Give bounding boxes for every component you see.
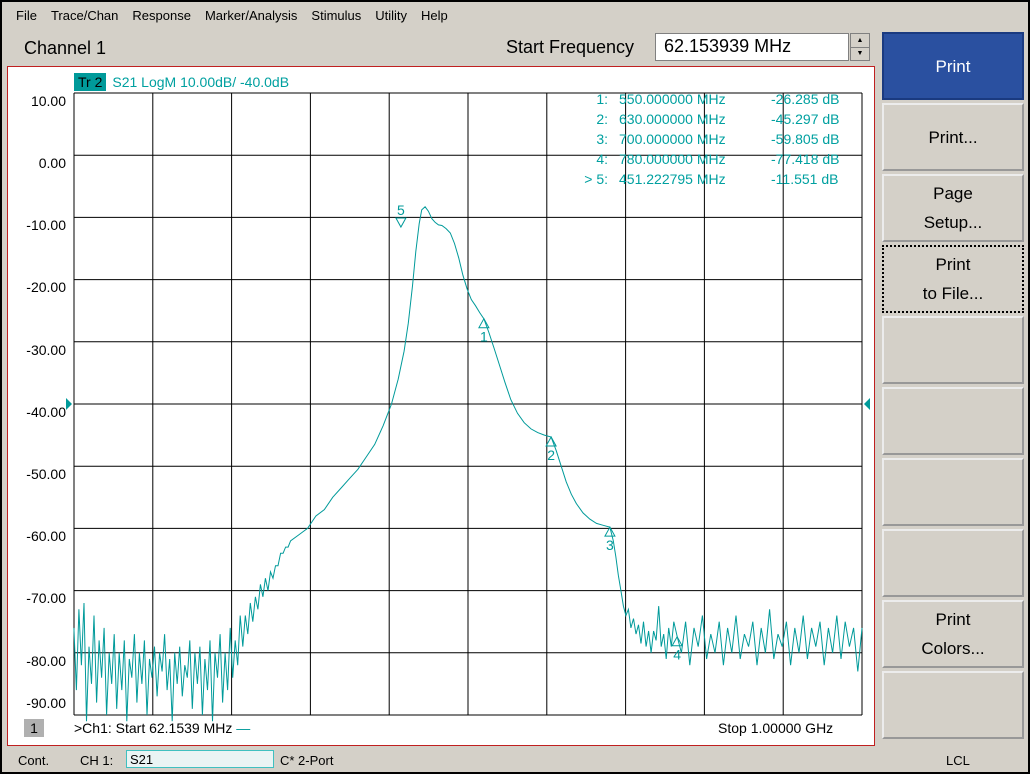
- marker-3-label: 3: [606, 537, 614, 553]
- softkey-print[interactable]: Print...: [882, 103, 1024, 171]
- softkey-print-colors[interactable]: Print Colors...: [882, 600, 1024, 668]
- application-window: File Trace/Chan Response Marker/Analysis…: [2, 2, 1028, 772]
- start-frequency-label: Start Frequency: [506, 37, 635, 57]
- marker-readout-value: -77.418 dB: [771, 151, 840, 167]
- marker-readout-value: -45.297 dB: [771, 111, 840, 127]
- reference-level-right-icon: [864, 398, 870, 410]
- trace-number-badge[interactable]: Tr 2: [74, 73, 107, 91]
- softkey-page-setup[interactable]: Page Setup...: [882, 174, 1024, 242]
- trace-line-icon: —: [236, 720, 251, 736]
- softkey-print-to-file[interactable]: Print to File...: [882, 245, 1024, 313]
- y-tick-label: -90.00: [26, 695, 66, 711]
- start-text: >Ch1: Start 62.1539 MHz: [74, 720, 233, 736]
- channel-title: Channel 1: [24, 38, 107, 58]
- entry-toolbar: Channel 1 Start Frequency 62.153939 MHz …: [2, 28, 878, 66]
- marker-5-label: 5: [397, 202, 405, 218]
- status-bar: Cont. CH 1: S21 C* 2-Port LCL: [2, 748, 1028, 772]
- remote-status: LCL: [946, 753, 970, 768]
- menu-file[interactable]: File: [2, 8, 44, 23]
- y-tick-label: -30.00: [26, 342, 66, 358]
- marker-readout-frequency: 780.000000 MHz: [619, 151, 726, 167]
- measurement-parameter-status[interactable]: S21: [126, 750, 274, 768]
- marker-readout-frequency: 550.000000 MHz: [619, 91, 726, 107]
- y-tick-label: -70.00: [26, 590, 66, 606]
- marker-readout-id: 1:: [596, 91, 608, 107]
- stop-frequency-readout: Stop 1.00000 GHz: [718, 720, 834, 736]
- softkey-blank[interactable]: [882, 529, 1024, 597]
- y-tick-label: -50.00: [26, 466, 66, 482]
- softkey-blank[interactable]: [882, 458, 1024, 526]
- trace-format-label[interactable]: S21 LogM 10.00dB/ -40.0dB: [112, 74, 289, 90]
- softkey-blank[interactable]: [882, 671, 1024, 739]
- marker-readout-id: > 5:: [584, 171, 608, 187]
- start-frequency-input[interactable]: 62.153939 MHz: [655, 33, 849, 61]
- softkey-print[interactable]: Print: [882, 32, 1024, 100]
- marker-readout-value: -26.285 dB: [771, 91, 840, 107]
- menu-marker-analysis[interactable]: Marker/Analysis: [198, 8, 304, 23]
- menu-response[interactable]: Response: [125, 8, 198, 23]
- marker-readout-id: 3:: [596, 131, 608, 147]
- y-tick-label: -20.00: [26, 279, 66, 295]
- menu-trace-chan[interactable]: Trace/Chan: [44, 8, 125, 23]
- marker-readout-value: -59.805 dB: [771, 131, 840, 147]
- marker-readout-frequency: 451.222795 MHz: [619, 171, 726, 187]
- marker-1-label: 1: [480, 329, 488, 345]
- y-tick-label: 0.00: [38, 155, 66, 171]
- marker-readout-frequency: 700.000000 MHz: [619, 131, 726, 147]
- calibration-status: C* 2-Port: [280, 753, 334, 768]
- marker-4-label: 4: [673, 647, 681, 663]
- y-tick-label: -80.00: [26, 653, 66, 669]
- reference-level-left-icon: [66, 398, 72, 410]
- marker-5-icon: [395, 217, 407, 229]
- channel-plot-window: Tr 2 S21 LogM 10.00dB/ -40.0dB 10.00 0.0…: [7, 66, 875, 746]
- marker-readout-frequency: 630.000000 MHz: [619, 111, 726, 127]
- spin-down-icon[interactable]: ▼: [851, 47, 869, 60]
- sweep-mode-status: Cont.: [18, 753, 50, 768]
- y-tick-label: -60.00: [26, 528, 66, 544]
- y-tick-label: -40.00: [26, 404, 66, 420]
- softkey-panel: Print Print... Page Setup... Print to File.…: [878, 28, 1028, 748]
- marker-readout-id: 4:: [596, 151, 608, 167]
- channel-status: CH 1:: [80, 753, 114, 768]
- softkey-blank[interactable]: [882, 316, 1024, 384]
- marker-2-label: 2: [547, 447, 555, 463]
- channel-number-badge[interactable]: 1: [24, 719, 44, 737]
- y-tick-label: -10.00: [26, 217, 66, 233]
- frequency-spinner: ▲ ▼: [850, 33, 870, 61]
- menu-utility[interactable]: Utility: [368, 8, 414, 23]
- s21-plot-area[interactable]: 1 2 3 4 5: [66, 92, 870, 722]
- spin-up-icon[interactable]: ▲: [851, 34, 869, 48]
- marker-readout-value: -11.551 dB: [771, 171, 839, 187]
- marker-readout-id: 2:: [596, 111, 608, 127]
- softkey-blank[interactable]: [882, 387, 1024, 455]
- menu-stimulus[interactable]: Stimulus: [304, 8, 368, 23]
- menu-bar: File Trace/Chan Response Marker/Analysis…: [2, 2, 1028, 28]
- menu-help[interactable]: Help: [414, 8, 455, 23]
- y-tick-label: 10.00: [30, 93, 66, 109]
- start-frequency-readout: >Ch1: Start 62.1539 MHz —: [74, 720, 250, 736]
- trace-header: Tr 2 S21 LogM 10.00dB/ -40.0dB: [74, 73, 289, 91]
